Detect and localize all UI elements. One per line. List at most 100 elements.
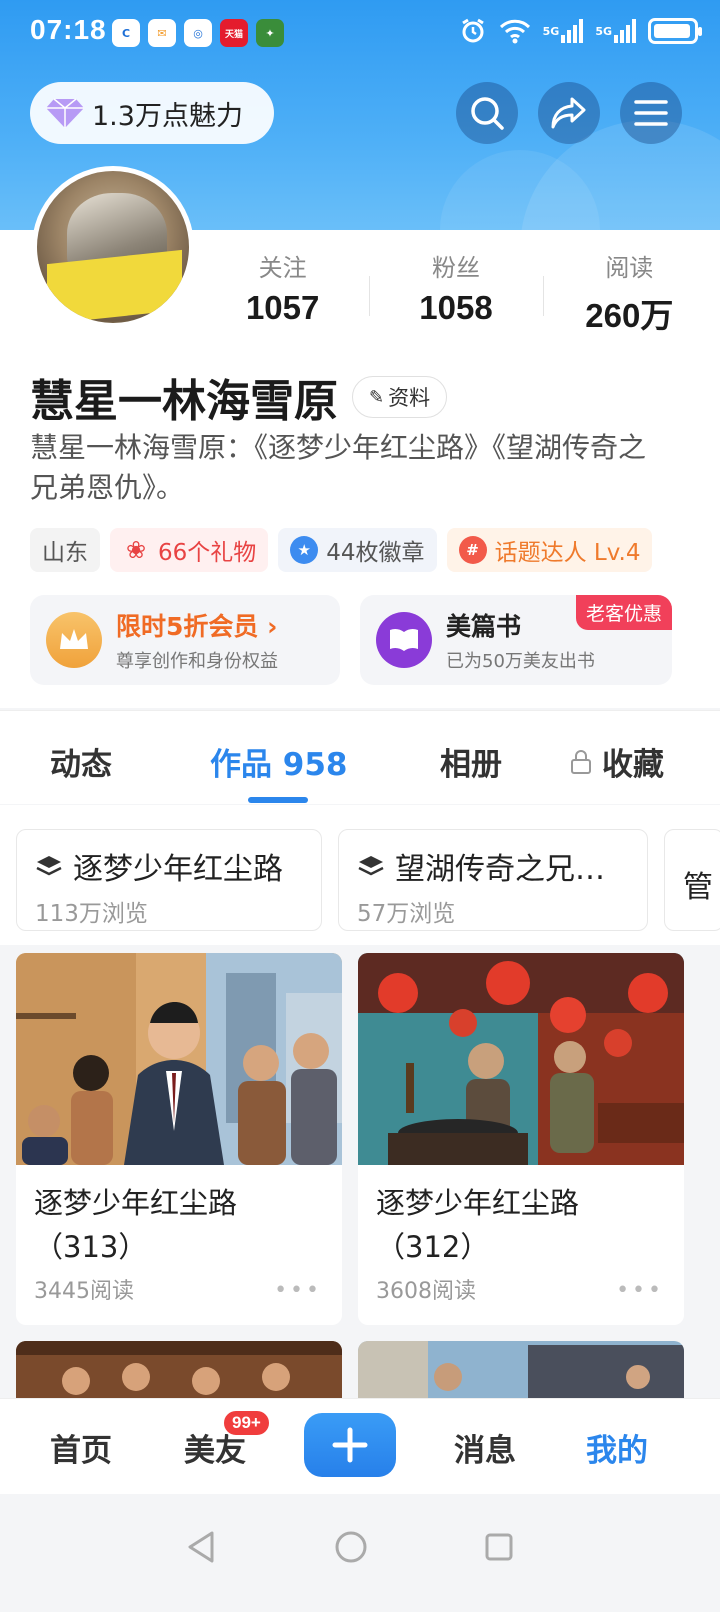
returning-customer-badge: 老客优惠 [575,595,672,630]
layers-icon [36,856,62,876]
recents-square-icon[interactable] [484,1532,514,1562]
back-icon[interactable] [186,1530,216,1564]
system-navigation-bar [0,1494,720,1612]
work-title: 逐梦少年红尘路（312） [376,1186,580,1264]
tab-works[interactable]: 作品 958 [210,739,348,784]
mail-app-icon: ✉ [148,19,176,47]
rose-icon: ❀ [125,536,147,564]
lock-icon [571,749,591,774]
browser-app-icon: ◎ [184,19,212,47]
stat-following[interactable]: 关注 1057 [196,248,369,337]
nav-mine[interactable]: 我的 [586,1425,648,1470]
badges-label: 44枚徽章 [326,540,425,566]
work-thumbnail [358,953,684,1165]
create-post-button[interactable] [304,1413,396,1477]
collection-card[interactable]: 望湖传奇之兄… 57万浏览 [338,829,648,931]
notification-icons: C ✉ ◎ 天猫 ✦ [112,19,284,47]
active-tab-indicator [248,797,308,803]
work-reads: 3608阅读 [376,1279,476,1304]
topic-expert-label: 话题达人 Lv.4 [494,540,641,566]
battery-icon [648,18,702,44]
work-card[interactable]: 逐梦少年红尘路（312） 3608阅读 ••• [358,953,684,1325]
tab-posts[interactable]: 动态 [50,739,112,784]
collection-views: 57万浏览 [357,901,456,927]
nav-home[interactable]: 首页 [50,1425,112,1470]
manage-collections-label: 管 [683,870,713,905]
more-options-icon[interactable]: ••• [274,1278,322,1303]
collection-title: 逐梦少年红尘路 [73,852,283,887]
stat-value: 260万 [585,297,674,334]
tab-favorites-label: 收藏 [602,747,664,783]
book-promo-subtitle: 已为50万美友出书 [446,651,595,672]
work-card-partial[interactable] [358,1341,684,1400]
collections-row: 逐梦少年红尘路 113万浏览 望湖传奇之兄… 57万浏览 管 [0,805,720,945]
gifts-tag[interactable]: ❀ 66个礼物 [110,528,269,572]
more-options-icon[interactable]: ••• [616,1278,664,1303]
collection-title: 望湖传奇之兄… [395,852,605,887]
profile-bio: 慧星一林海雪原：《逐梦少年红尘路》《望湖传奇之兄弟恩仇》。 [30,431,647,504]
book-promo-title: 美篇书 [446,612,522,641]
work-card-partial[interactable] [16,1341,342,1400]
stat-value: 1058 [419,289,493,326]
menu-icon [634,100,668,126]
layers-icon [358,856,384,876]
search-button[interactable] [456,82,518,144]
system-icons: 5G 5G [459,16,702,46]
signal-icon: 5G [543,16,584,46]
alarm-icon [459,16,487,46]
signal-icon: 5G [595,16,636,46]
stat-label: 关注 [258,254,307,282]
nav-messages[interactable]: 消息 [454,1425,516,1470]
profile-name: 慧星一林海雪原 [30,376,338,427]
topic-expert-tag[interactable]: # 话题达人 Lv.4 [446,528,653,572]
vip-promo-card[interactable]: 限时5折会员 › 尊享创作和身份权益 [30,595,340,685]
tmall-app-icon: 天猫 [220,19,248,47]
stat-label: 粉丝 [431,254,480,282]
profile-tabs: 动态 作品 958 相册 收藏 [0,710,720,804]
manage-collections-card[interactable]: 管 [664,829,720,931]
book-icon [376,612,432,668]
status-bar: 07:18 C ✉ ◎ 天猫 ✦ 5G 5G [0,0,720,66]
gifts-label: 66个礼物 [158,540,257,566]
work-thumbnail [16,953,342,1165]
notification-badge: 99+ [222,1409,271,1437]
stat-value: 1057 [245,289,320,326]
work-title: 逐梦少年红尘路（313） [34,1186,238,1264]
profile-stats: 关注 1057 粉丝 1058 阅读 260万 [196,248,716,337]
share-button[interactable] [538,82,600,144]
status-time: 07:18 [30,14,107,45]
profile-info-label: 资料 [388,386,431,410]
vip-promo-subtitle: 尊享创作和身份权益 [116,651,278,672]
game-app-icon: ✦ [256,19,284,47]
stat-followers[interactable]: 粉丝 1058 [369,248,542,337]
tab-albums[interactable]: 相册 [440,739,502,784]
badges-tag[interactable]: ★ 44枚徽章 [278,528,437,572]
c-app-icon: C [112,19,140,47]
location-label: 山东 [42,540,88,566]
works-grid: 逐梦少年红尘路（313） 3445阅读 ••• 逐梦少年红尘路（312） 360… [0,945,720,1400]
avatar[interactable] [32,166,194,328]
diamond-icon [46,98,84,128]
charm-points-text: 1.3万点魅力 [92,100,243,132]
search-icon [471,97,504,130]
book-promo-card[interactable]: 美篇书 已为50万美友出书 老客优惠 [360,595,672,685]
collection-views: 113万浏览 [35,901,148,927]
menu-button[interactable] [620,82,682,144]
home-circle-icon[interactable] [334,1530,368,1564]
hashtag-icon: # [458,536,487,564]
profile-info-button[interactable]: ✎ 资料 [352,376,448,418]
star-badge-icon: ★ [290,536,319,564]
stat-reads[interactable]: 阅读 260万 [542,248,716,337]
charm-points-pill[interactable]: 1.3万点魅力 [30,82,274,144]
crown-icon [46,612,102,668]
work-reads: 3445阅读 [34,1279,134,1304]
wifi-icon [499,16,531,46]
stat-label: 阅读 [605,254,654,282]
location-tag[interactable]: 山东 [30,528,100,572]
tab-favorites[interactable]: 收藏 [570,739,664,784]
pencil-icon: ✎ [369,386,385,408]
work-card[interactable]: 逐梦少年红尘路（313） 3445阅读 ••• [16,953,342,1325]
vip-promo-title: 限时5折会员 › [116,612,278,641]
bottom-navigation: 首页 美友 99+ 消息 我的 [0,1398,720,1494]
collection-card[interactable]: 逐梦少年红尘路 113万浏览 [16,829,322,931]
